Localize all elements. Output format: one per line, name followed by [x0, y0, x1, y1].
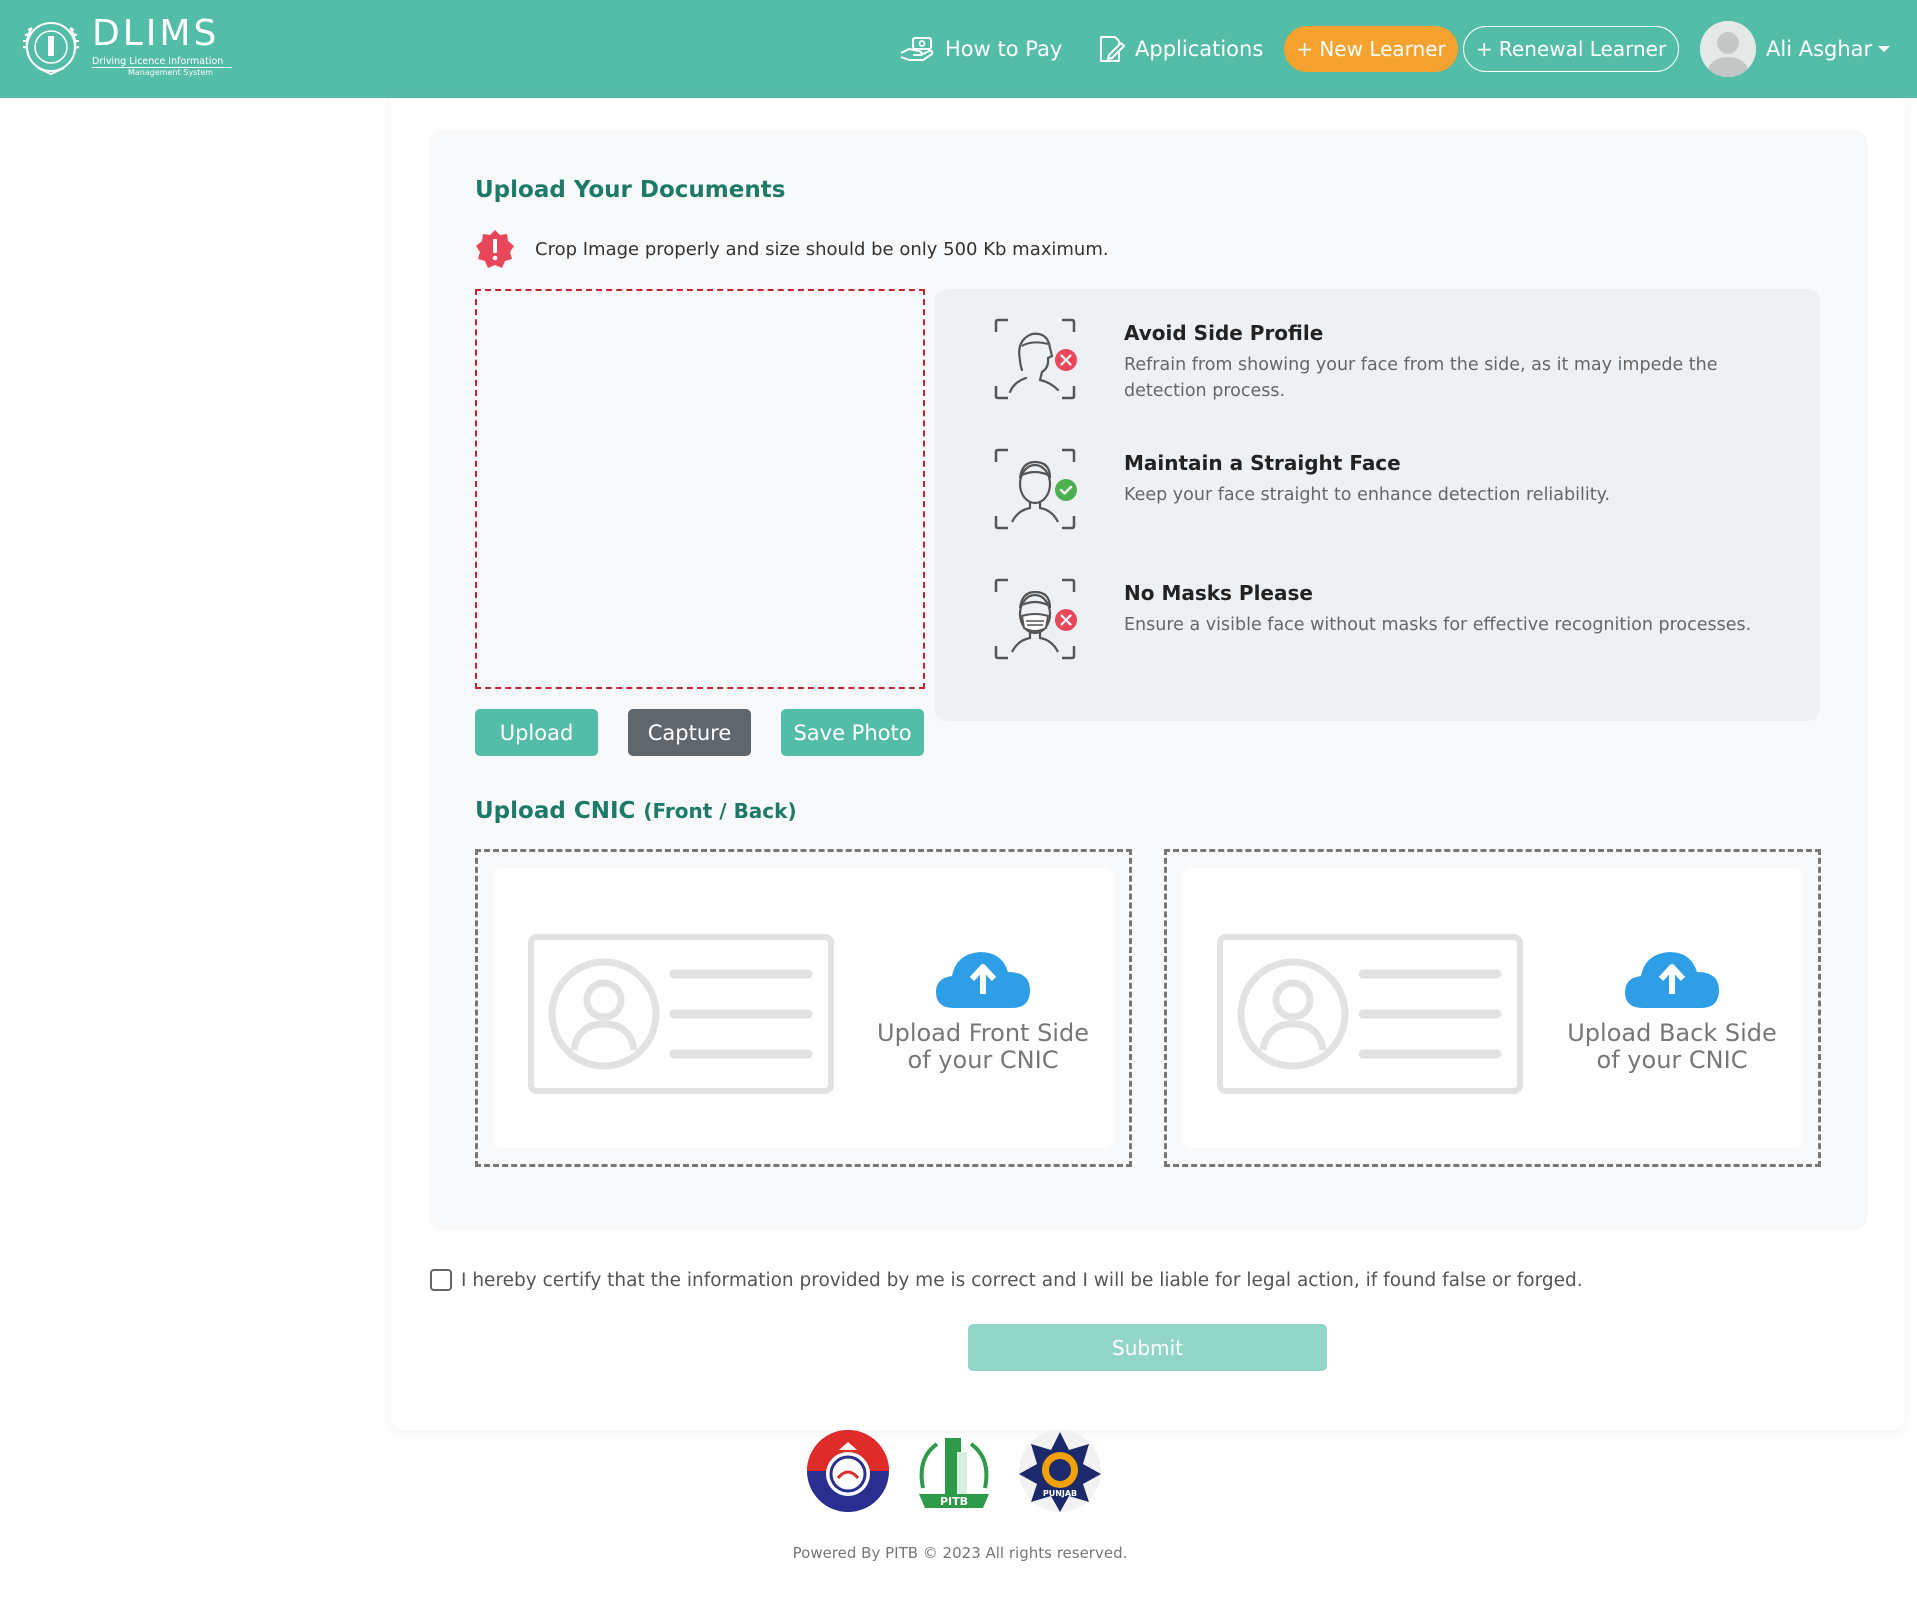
dlims-logo[interactable]: DLIMS Driving Licence Information Manage…: [18, 14, 232, 80]
size-notice: Crop Image properly and size should be o…: [475, 229, 1109, 269]
certify-row: I hereby certify that the information pr…: [430, 1269, 1583, 1291]
pitb-logo: PITB: [919, 1438, 989, 1508]
back-upload-line2: of your CNIC: [1596, 1046, 1748, 1074]
certify-label[interactable]: I hereby certify that the information pr…: [461, 1270, 1583, 1291]
id-card-icon: [1217, 934, 1523, 1094]
guideline-description: Keep your face straight to enhance detec…: [1124, 485, 1611, 505]
edit-document-icon: [1100, 36, 1125, 62]
mask-face-icon: [994, 578, 1077, 660]
traffic-logo-text: PUNJAB: [1043, 1489, 1077, 1498]
submit-button[interactable]: Submit: [968, 1324, 1327, 1371]
top-navbar: DLIMS Driving Licence Information Manage…: [0, 0, 1917, 98]
user-menu[interactable]: Ali Asghar: [1700, 21, 1891, 77]
guideline-side-profile: Avoid Side Profile Refrain from showing …: [992, 316, 1718, 402]
logo-title: DLIMS: [92, 13, 220, 54]
upload-cnic-title: Upload CNIC (Front / Back): [475, 798, 797, 824]
user-name: Ali Asghar: [1766, 37, 1873, 61]
how-to-pay-label: How to Pay: [945, 37, 1063, 61]
applications-label: Applications: [1135, 37, 1264, 61]
hand-cash-icon: [900, 37, 934, 61]
guideline-straight-face: Maintain a Straight Face Keep your face …: [992, 446, 1610, 532]
punjab-police-logo: [807, 1430, 889, 1512]
capture-button[interactable]: Capture: [628, 709, 751, 756]
footer-copyright: Powered By PITB © 2023 All rights reserv…: [0, 1544, 1917, 1562]
renewal-learner-button[interactable]: + Renewal Learner: [1463, 26, 1679, 72]
pitb-logo-text: PITB: [940, 1495, 968, 1508]
side-profile-icon: [994, 318, 1077, 400]
emblem-icon: [22, 22, 80, 76]
new-learner-button[interactable]: + New Learner: [1284, 26, 1458, 72]
user-avatar-icon: [1700, 21, 1756, 77]
certify-checkbox[interactable]: [430, 1269, 452, 1291]
front-upload-prompt[interactable]: Upload Front Side of your CNIC: [858, 948, 1108, 1074]
cnic-title-sub: (Front / Back): [643, 799, 797, 823]
back-upload-prompt[interactable]: Upload Back Side of your CNIC: [1547, 948, 1797, 1074]
upload-button[interactable]: Upload: [475, 709, 598, 756]
guideline-description: Refrain from showing your face from the …: [1124, 355, 1718, 401]
cnic-back-inner: Upload Back Side of your CNIC: [1183, 868, 1802, 1148]
avatar: [1700, 21, 1756, 77]
cnic-front-dropzone[interactable]: Upload Front Side of your CNIC: [475, 849, 1132, 1167]
guideline-title: Avoid Side Profile: [1124, 321, 1324, 345]
upload-documents-title: Upload Your Documents: [475, 177, 786, 203]
traffic-police-punjab-logo: PUNJAB: [1019, 1430, 1101, 1512]
back-upload-line1: Upload Back Side: [1567, 1019, 1777, 1047]
guideline-description: Ensure a visible face without masks for …: [1124, 615, 1752, 635]
guideline-title: No Masks Please: [1124, 581, 1313, 605]
notice-text: Crop Image properly and size should be o…: [535, 238, 1109, 260]
cnic-title-main: Upload CNIC: [475, 798, 636, 824]
cnic-back-dropzone[interactable]: Upload Back Side of your CNIC: [1164, 849, 1821, 1167]
guideline-no-masks: No Masks Please Ensure a visible face wi…: [992, 576, 1751, 662]
guideline-title: Maintain a Straight Face: [1124, 451, 1401, 475]
straight-face-icon: [994, 448, 1077, 530]
front-upload-line2: of your CNIC: [907, 1046, 1059, 1074]
id-card-icon: [528, 934, 834, 1094]
logo-subtitle: Driving Licence Information: [92, 56, 224, 67]
photo-crop-area[interactable]: [475, 289, 925, 689]
front-upload-line1: Upload Front Side: [877, 1019, 1089, 1047]
footer-logos: PITB PUNJAB: [805, 1428, 1103, 1514]
save-photo-button[interactable]: Save Photo: [781, 709, 924, 756]
footer-copyright-text: Powered By PITB © 2023 All rights reserv…: [792, 1544, 1128, 1562]
logo-subtitle-2: Management System: [92, 67, 232, 78]
cnic-front-inner: Upload Front Side of your CNIC: [494, 868, 1113, 1148]
how-to-pay-link[interactable]: How to Pay: [899, 30, 1062, 68]
cloud-upload-icon: [936, 952, 1030, 1008]
chevron-down-icon: [1878, 46, 1891, 52]
applications-link[interactable]: Applications: [1097, 30, 1263, 68]
cloud-upload-icon: [1625, 952, 1719, 1008]
warning-badge-icon: [476, 230, 514, 268]
